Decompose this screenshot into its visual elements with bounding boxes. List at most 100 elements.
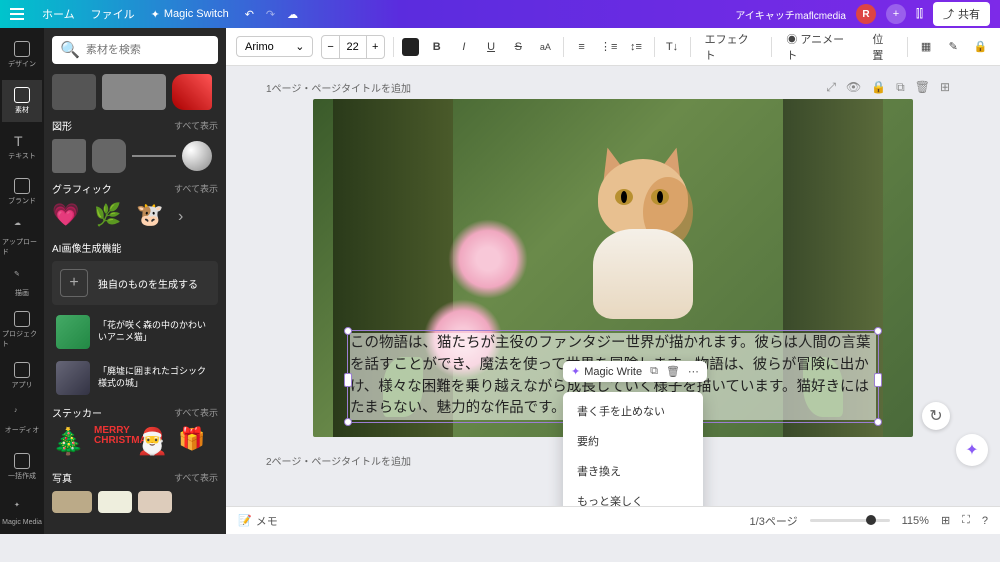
lock-button[interactable]: 🔒 bbox=[971, 37, 990, 57]
position-button[interactable]: 位置 bbox=[866, 29, 899, 65]
resize-handle[interactable] bbox=[874, 327, 882, 335]
zoom-value[interactable]: 115% bbox=[902, 515, 929, 527]
undo-icon[interactable]: ↶ bbox=[245, 8, 254, 21]
more-icon[interactable]: ⋯ bbox=[688, 365, 699, 378]
menu-icon[interactable] bbox=[10, 5, 30, 23]
avatar[interactable]: R bbox=[856, 4, 876, 24]
resize-handle[interactable] bbox=[344, 418, 352, 426]
graphic-item[interactable]: › bbox=[178, 202, 198, 232]
rail-design[interactable]: デザイン bbox=[2, 34, 42, 76]
rail-draw[interactable]: ✎描画 bbox=[2, 263, 42, 305]
add-member-button[interactable]: + bbox=[886, 4, 906, 24]
list-button[interactable]: ⋮≡ bbox=[599, 37, 618, 57]
shape-square[interactable] bbox=[52, 139, 86, 173]
rail-magic-media[interactable]: ✦Magic Media bbox=[2, 492, 42, 534]
spacing-button[interactable]: ↕≡ bbox=[626, 37, 645, 57]
shape-rounded[interactable] bbox=[92, 139, 126, 173]
sticker-item[interactable]: 🎄 bbox=[52, 426, 90, 464]
recent-thumb[interactable] bbox=[52, 74, 96, 110]
rail-apps[interactable]: アプリ bbox=[2, 355, 42, 397]
fullscreen-icon[interactable]: ⛶ bbox=[962, 514, 970, 527]
page-copy-icon[interactable]: ⧉ bbox=[896, 80, 905, 95]
magic-write-button[interactable]: ✦Magic Write bbox=[571, 365, 642, 378]
recent-thumb[interactable] bbox=[172, 74, 212, 110]
transparency-button[interactable]: ▦ bbox=[916, 37, 935, 57]
page-up-icon[interactable]: ⤢ bbox=[826, 80, 836, 95]
rail-projects[interactable]: プロジェクト bbox=[2, 309, 42, 351]
redo-icon[interactable]: ↷ bbox=[266, 8, 275, 21]
photo-thumb[interactable] bbox=[98, 491, 132, 513]
italic-button[interactable]: I bbox=[454, 37, 473, 57]
menu-more-fun[interactable]: もっと楽しく bbox=[563, 486, 703, 506]
rail-audio[interactable]: ♪オーディオ bbox=[2, 401, 42, 443]
delete-icon[interactable]: 🗑 bbox=[666, 365, 680, 378]
graphic-item[interactable]: 🌿 bbox=[94, 202, 130, 232]
rail-elements[interactable]: 素材 bbox=[2, 80, 42, 122]
vertical-text-button[interactable]: T↓ bbox=[662, 37, 681, 57]
page-counter[interactable]: 1/3ページ bbox=[750, 513, 798, 529]
underline-button[interactable]: U bbox=[481, 37, 500, 57]
regenerate-button[interactable]: ↻ bbox=[922, 402, 950, 430]
help-icon[interactable]: ? bbox=[982, 515, 988, 527]
effects-button[interactable]: エフェクト bbox=[699, 29, 764, 65]
align-button[interactable]: ≡ bbox=[572, 37, 591, 57]
see-all-photos[interactable]: すべて表示 bbox=[174, 471, 218, 484]
see-all-stickers[interactable]: すべて表示 bbox=[174, 406, 218, 419]
resize-handle[interactable] bbox=[874, 418, 882, 426]
font-size-decrease[interactable]: − bbox=[322, 36, 339, 58]
animate-button[interactable]: ◉ アニメート bbox=[780, 29, 858, 65]
magic-fab-button[interactable]: ✦ bbox=[956, 434, 988, 466]
ai-preset-item[interactable]: 「花が咲く森の中のかわいいアニメ猫」 bbox=[52, 311, 218, 353]
see-all-graphics[interactable]: すべて表示 bbox=[174, 182, 218, 195]
canvas-viewport[interactable]: 1ページ・ページタイトルを追加 ⤢ 👁 🔒 ⧉ 🗑 ⊞ bbox=[226, 66, 1000, 506]
font-size-value[interactable]: 22 bbox=[340, 36, 367, 58]
copy-style-button[interactable]: ✎ bbox=[944, 37, 963, 57]
cat-illustration[interactable] bbox=[573, 139, 713, 319]
cloud-icon[interactable]: ☁ bbox=[287, 8, 298, 21]
resize-handle[interactable] bbox=[344, 327, 352, 335]
ai-preset-item[interactable]: 「廃墟に囲まれたゴシック様式の城」 bbox=[52, 357, 218, 399]
sticker-item[interactable]: 🎅 bbox=[136, 426, 174, 464]
canvas-page-1[interactable]: この物語は、猫たちが主役のファンタジー世界が描かれます。彼らは人間の言葉を話すこ… bbox=[313, 99, 913, 437]
search-box[interactable]: 🔍 ⚙ bbox=[52, 36, 218, 64]
graphic-item[interactable]: 🐮 bbox=[136, 202, 172, 232]
share-button[interactable]: ⤴ 共有 bbox=[933, 2, 990, 26]
sticker-item[interactable]: 🎁 bbox=[178, 426, 216, 464]
menu-continue-writing[interactable]: 書く手を止めない bbox=[563, 396, 703, 426]
see-all-shapes[interactable]: すべて表示 bbox=[174, 119, 218, 132]
page-add-icon[interactable]: ⊞ bbox=[940, 80, 950, 95]
resize-handle[interactable] bbox=[874, 373, 882, 387]
magic-switch-button[interactable]: ✦ Magic Switch bbox=[151, 8, 229, 21]
text-color-button[interactable] bbox=[402, 38, 419, 56]
zoom-slider[interactable] bbox=[810, 519, 890, 522]
duplicate-icon[interactable]: ⧉ bbox=[650, 365, 658, 378]
document-name[interactable]: アイキャッチmaflcmedia bbox=[735, 7, 846, 22]
font-select[interactable]: Arimo⌄ bbox=[236, 36, 313, 57]
file-link[interactable]: ファイル bbox=[91, 6, 135, 22]
shape-line[interactable] bbox=[132, 155, 176, 157]
rail-bulk[interactable]: 一括作成 bbox=[2, 446, 42, 488]
analytics-icon[interactable]: ⫿⫿ bbox=[916, 8, 923, 21]
photo-thumb[interactable] bbox=[138, 491, 172, 513]
rail-brand[interactable]: ブランド bbox=[2, 171, 42, 213]
page-view-icon[interactable]: 👁 bbox=[846, 80, 861, 95]
ai-generate-button[interactable]: + 独自のものを生成する bbox=[52, 261, 218, 305]
menu-summarize[interactable]: 要約 bbox=[563, 426, 703, 456]
zoom-thumb[interactable] bbox=[866, 515, 876, 525]
recent-thumb[interactable] bbox=[102, 74, 166, 110]
photo-thumb[interactable] bbox=[52, 491, 92, 513]
page-delete-icon[interactable]: 🗑 bbox=[915, 80, 930, 95]
sticker-item[interactable]: MERRYCHRISTMAS bbox=[94, 426, 132, 464]
page-lock-icon[interactable]: 🔒 bbox=[871, 80, 886, 95]
notes-button[interactable]: 📝メモ bbox=[238, 513, 278, 529]
home-link[interactable]: ホーム bbox=[42, 6, 75, 22]
rail-upload[interactable]: ☁アップロード bbox=[2, 217, 42, 259]
bold-button[interactable]: B bbox=[427, 37, 446, 57]
rail-text[interactable]: Tテキスト bbox=[2, 126, 42, 168]
search-input[interactable] bbox=[86, 44, 226, 56]
case-button[interactable]: aA bbox=[536, 37, 555, 57]
font-size-increase[interactable]: + bbox=[367, 36, 384, 58]
shape-circle[interactable] bbox=[182, 141, 212, 171]
resize-handle[interactable] bbox=[344, 373, 352, 387]
graphic-item[interactable]: 💗 bbox=[52, 202, 88, 232]
